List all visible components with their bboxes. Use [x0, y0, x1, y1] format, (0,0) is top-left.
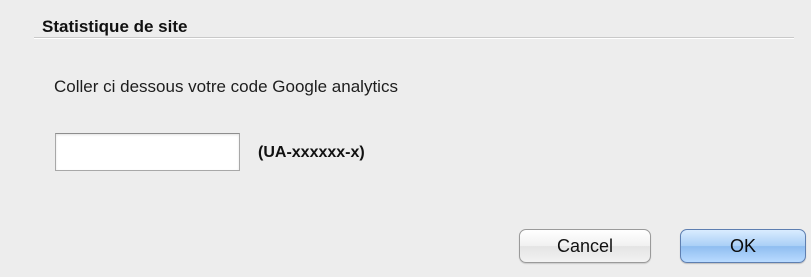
- site-statistics-group-header: Statistique de site: [34, 14, 794, 40]
- group-divider: [34, 37, 794, 39]
- code-format-hint: (UA-xxxxxx-x): [258, 144, 365, 161]
- instruction-label: Coller ci dessous votre code Google anal…: [54, 77, 398, 96]
- cancel-button[interactable]: Cancel: [519, 229, 651, 263]
- analytics-code-input[interactable]: [55, 133, 240, 171]
- ok-button[interactable]: OK: [680, 229, 806, 263]
- group-title: Statistique de site: [42, 17, 192, 37]
- google-analytics-dialog: Statistique de site Coller ci dessous vo…: [0, 0, 811, 277]
